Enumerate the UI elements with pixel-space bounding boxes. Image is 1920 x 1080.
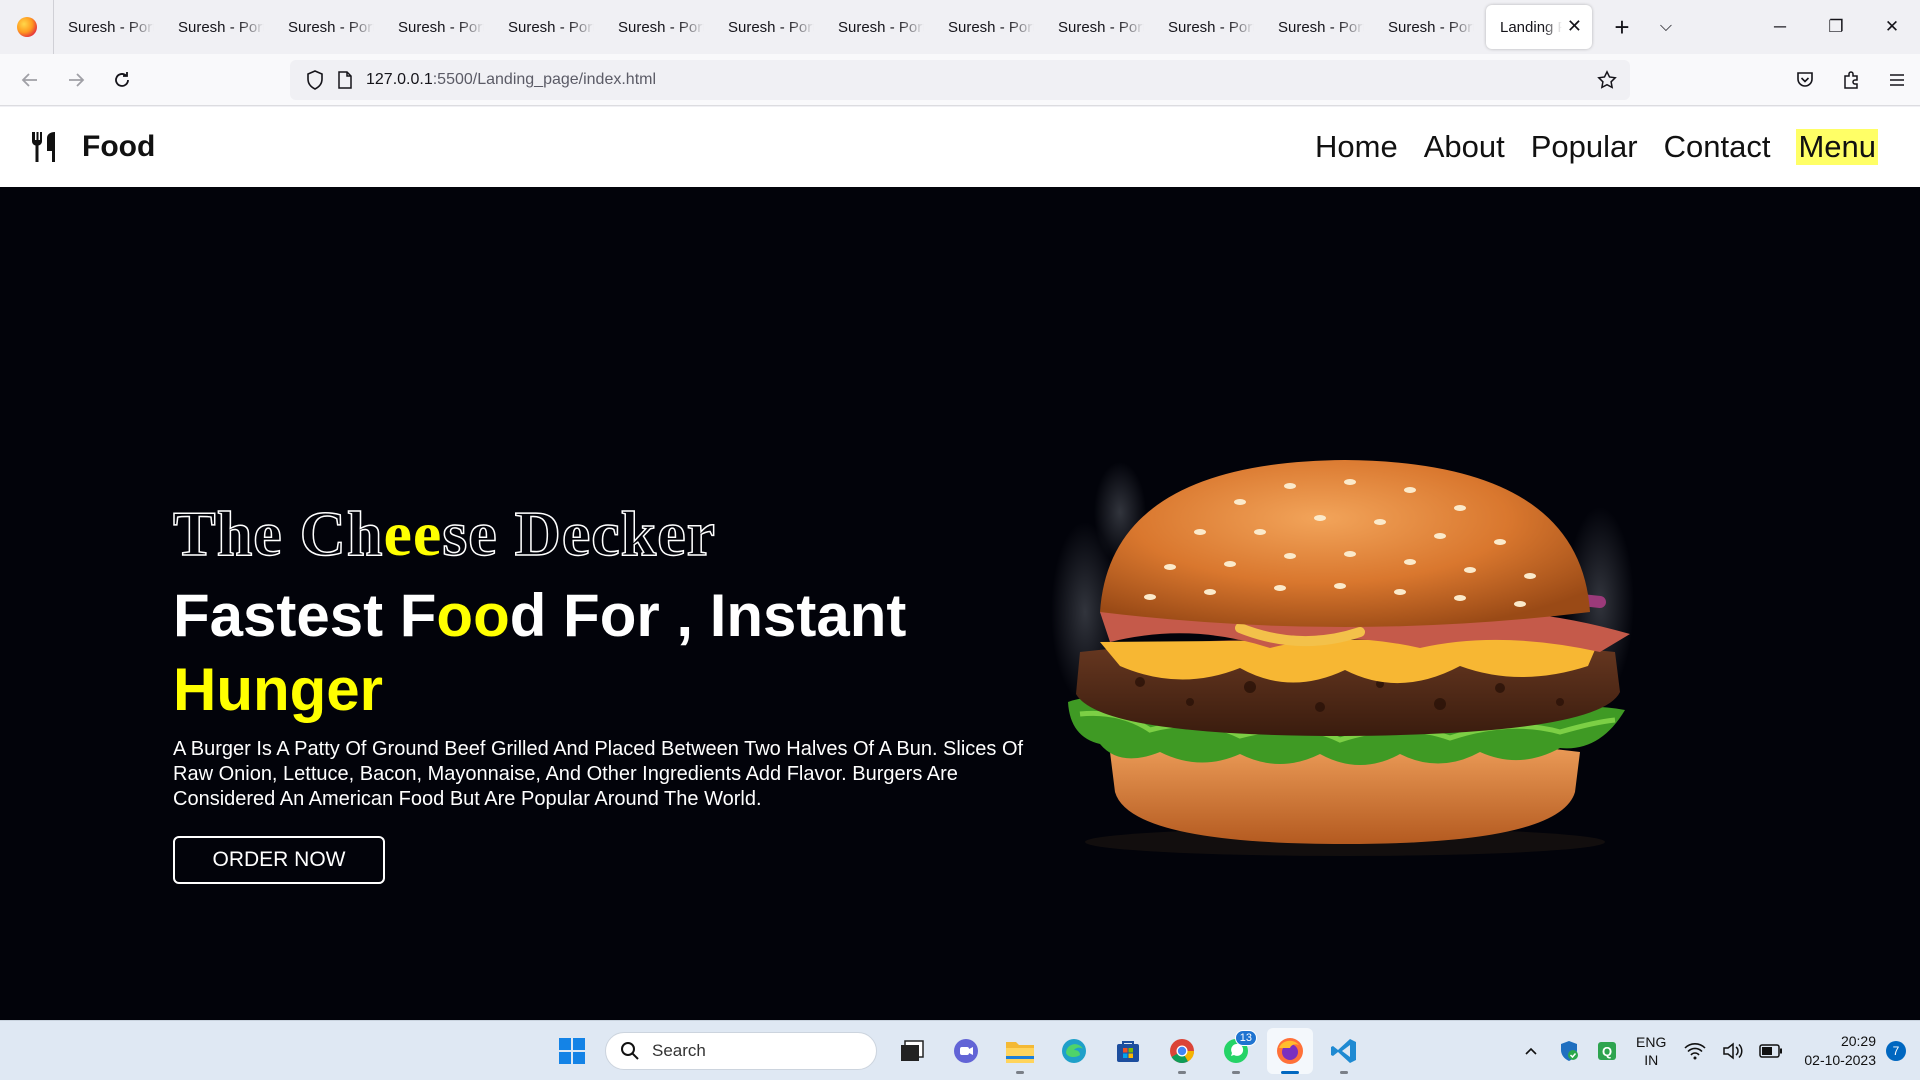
browser-tab[interactable]: Suresh - Portfolio [164,5,274,49]
browser-tab[interactable]: Suresh - Portfolio [384,5,494,49]
browser-tab[interactable]: Suresh - Portfolio [1374,5,1484,49]
brand-name: Food [82,130,156,163]
firefox-button[interactable] [1267,1028,1313,1074]
browser-tab-active[interactable]: Landing Page ✕ [1486,5,1592,49]
list-all-tabs-button[interactable]: ⌵ [1644,18,1688,36]
app-menu-icon[interactable] [1874,60,1920,100]
nav-link-contact[interactable]: Contact [1664,129,1771,165]
file-explorer-button[interactable] [997,1028,1043,1074]
svg-text:Q: Q [1602,1044,1612,1059]
notification-count-badge[interactable]: 7 [1886,1041,1906,1061]
burger-image [1051,460,1634,856]
show-hidden-icons-chevron-icon[interactable] [1512,1031,1550,1071]
minimize-button[interactable]: ─ [1752,0,1808,54]
brand[interactable]: Food [30,130,155,164]
site-header: Food Home About Popular Contact Menu [0,107,1920,187]
edge-icon [1062,1039,1086,1063]
tracking-protection-shield-icon[interactable] [300,65,330,95]
chrome-button[interactable] [1159,1028,1205,1074]
windows-security-icon[interactable] [1550,1031,1588,1071]
utensils-icon [32,132,55,162]
qbittorrent-tray-icon[interactable]: Q [1588,1031,1626,1071]
firefox-view-button[interactable] [0,0,54,54]
close-tab-icon[interactable]: ✕ [1567,16,1582,37]
firefox-logo-icon [16,17,37,37]
bookmark-star-icon[interactable] [1592,65,1622,95]
nav-link-home[interactable]: Home [1315,129,1398,165]
browser-tab[interactable]: Suresh - Portfolio [934,5,1044,49]
vscode-icon [1331,1039,1356,1063]
site-nav: Home About Popular Contact Menu [1289,107,1878,187]
restore-button[interactable]: ❐ [1808,0,1864,54]
reload-icon [115,71,129,87]
reload-button[interactable] [102,60,142,100]
folder-icon [1006,1042,1034,1063]
browser-tab[interactable]: Suresh - Portfolio [1044,5,1154,49]
browser-tab[interactable]: Suresh - Portfolio [54,5,164,49]
edge-button[interactable] [1051,1028,1097,1074]
order-now-button[interactable]: ORDER NOW [173,836,385,884]
navigation-toolbar: 127.0.0.1:5500/Landing_page/index.html [0,54,1920,106]
wifi-icon[interactable] [1676,1031,1714,1071]
task-view-icon [901,1040,924,1061]
search-icon [621,1042,639,1060]
vscode-button[interactable] [1321,1028,1367,1074]
hero-content: The Cheese Decker Fastest Food For , Ins… [172,497,1033,884]
task-view-button[interactable] [889,1028,935,1074]
whatsapp-unread-badge: 13 [1234,1030,1257,1046]
hero-headline-highlight: Hunger [173,656,383,723]
whatsapp-button[interactable]: 13 [1213,1028,1259,1074]
windows-logo-icon [559,1038,585,1064]
address-bar[interactable]: 127.0.0.1:5500/Landing_page/index.html [290,60,1630,100]
teams-chat-icon [954,1039,978,1063]
tab-strip: Suresh - Portfolio Suresh - Portfolio Su… [0,0,1920,54]
taskbar: Search 13 Q ENG IN 20:29 02-10-2023 7 [0,1020,1920,1080]
back-button[interactable] [10,60,50,100]
back-arrow-icon [21,72,37,87]
browser-tab[interactable]: Suresh - Portfolio [1264,5,1374,49]
pocket-icon[interactable] [1782,60,1828,100]
input-language-indicator[interactable]: ENG IN [1636,1033,1666,1069]
page-info-icon[interactable] [330,65,360,95]
url-text[interactable]: 127.0.0.1:5500/Landing_page/index.html [366,71,656,89]
firefox-icon [1277,1038,1303,1064]
hero-title: The Cheese Decker [172,497,717,570]
browser-tab[interactable]: Suresh - Portfolio [494,5,604,49]
start-button[interactable] [549,1028,595,1074]
new-tab-button[interactable]: + [1600,12,1644,43]
browser-tab[interactable]: Suresh - Portfolio [1154,5,1264,49]
browser-tab[interactable]: Suresh - Portfolio [604,5,714,49]
page-viewport: Food Home About Popular Contact Menu The… [0,107,1920,1020]
forward-button[interactable] [56,60,96,100]
volume-icon[interactable] [1714,1031,1752,1071]
close-window-button[interactable]: ✕ [1864,0,1920,54]
chrome-icon [1170,1039,1194,1064]
nav-link-menu[interactable]: Menu [1796,129,1878,165]
taskbar-search[interactable]: Search [605,1032,877,1070]
browser-tab[interactable]: Suresh - Portfolio [274,5,384,49]
nav-link-about[interactable]: About [1424,129,1505,165]
hero-description: A Burger Is A Patty Of Ground Beef Grill… [173,738,1024,810]
browser-tab[interactable]: Suresh - Portfolio [824,5,934,49]
nav-link-popular[interactable]: Popular [1531,129,1638,165]
teams-chat-button[interactable] [943,1028,989,1074]
clock[interactable]: 20:29 02-10-2023 [1804,1032,1876,1070]
store-icon [1117,1041,1139,1062]
microsoft-store-button[interactable] [1105,1028,1151,1074]
extensions-icon[interactable] [1828,60,1874,100]
hero-headline: Fastest Food For , Instant [173,582,907,649]
forward-arrow-icon [69,72,85,87]
browser-tab[interactable]: Suresh - Portfolio [714,5,824,49]
battery-icon[interactable] [1752,1031,1790,1071]
